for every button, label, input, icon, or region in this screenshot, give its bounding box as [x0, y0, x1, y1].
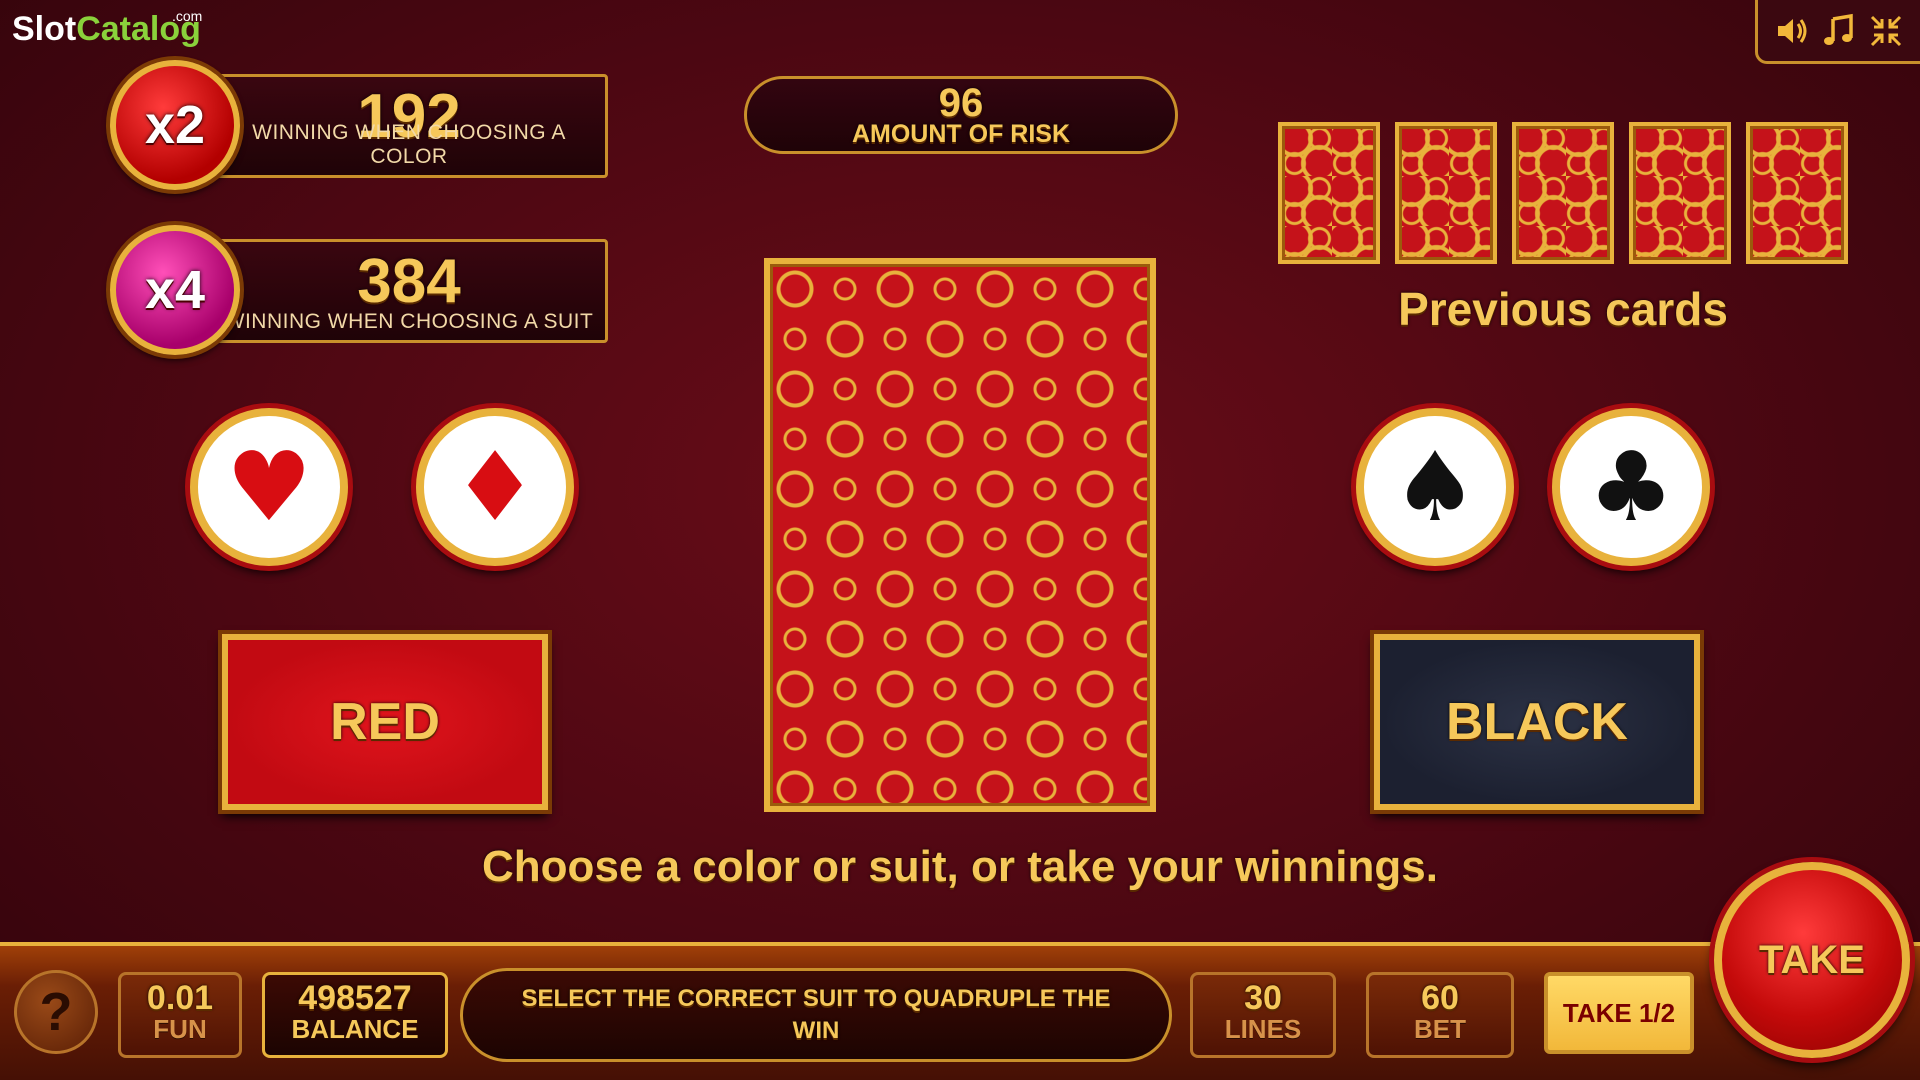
risk-label: AMOUNT OF RISK: [851, 120, 1071, 148]
previous-card-2: [1395, 122, 1497, 264]
status-message: SELECT THE CORRECT SUIT TO QUADRUPLE THE…: [460, 968, 1172, 1062]
lines-label: LINES: [1224, 1014, 1302, 1044]
bet-display[interactable]: 60 BET: [1366, 972, 1514, 1058]
suit-win-value: 384: [357, 247, 461, 316]
speaker-icon[interactable]: [1774, 13, 1810, 49]
club-icon: ♣: [1587, 431, 1675, 543]
balance-label: BALANCE: [291, 1014, 419, 1044]
suit-multiplier-panel: 384 WINNING WHEN CHOOSING A SUIT x4: [110, 225, 610, 355]
lines-display[interactable]: 30 LINES: [1190, 972, 1336, 1058]
bet-value: 60: [1421, 979, 1459, 1017]
previous-card-3: [1512, 122, 1614, 264]
logo-slot-text: Slot: [12, 10, 77, 48]
color-win-box: 192 WINNING WHEN CHOOSING A COLOR: [210, 74, 608, 178]
suit-win-box: 384 WINNING WHEN CHOOSING A SUIT: [210, 239, 608, 343]
balance-value: 498527: [298, 979, 412, 1017]
music-note-icon[interactable]: [1821, 13, 1857, 49]
x4-badge: x4: [110, 225, 240, 355]
help-button[interactable]: ?: [14, 970, 98, 1054]
previous-card-1: [1278, 122, 1380, 264]
color-win-label: WINNING WHEN CHOOSING A COLOR: [252, 121, 566, 168]
diamonds-button[interactable]: ♦: [416, 408, 574, 566]
spade-icon: ♠: [1391, 431, 1479, 543]
risk-amount-panel: 96 AMOUNT OF RISK: [744, 76, 1178, 154]
black-button[interactable]: BLACK: [1374, 634, 1700, 810]
instruction-text: Choose a color or suit, or take your win…: [482, 842, 1438, 891]
coin-value-display[interactable]: 0.01 FUN: [118, 972, 242, 1058]
previous-cards-label: Previous cards: [1398, 283, 1728, 335]
take-half-button[interactable]: TAKE 1/2: [1544, 972, 1694, 1054]
balance-display: 498527 BALANCE: [262, 972, 448, 1058]
heart-icon: ♥: [225, 431, 313, 543]
coin-label: FUN: [153, 1014, 207, 1044]
logo-com-text: .com: [172, 8, 203, 24]
take-button[interactable]: TAKE: [1714, 862, 1910, 1058]
clubs-button[interactable]: ♣: [1552, 408, 1710, 566]
diamond-icon: ♦: [451, 431, 539, 543]
x2-badge: x2: [110, 60, 240, 190]
minimize-icon[interactable]: [1868, 13, 1904, 49]
hearts-button[interactable]: ♥: [190, 408, 348, 566]
previous-card-4: [1629, 122, 1731, 264]
suit-win-label: WINNING WHEN CHOOSING A SUIT: [224, 310, 594, 333]
lines-value: 30: [1244, 979, 1282, 1017]
spades-button[interactable]: ♠: [1356, 408, 1514, 566]
previous-card-5: [1746, 122, 1848, 264]
main-card-back: [764, 258, 1156, 812]
bet-label: BET: [1414, 1014, 1466, 1044]
coin-value: 0.01: [146, 979, 214, 1017]
color-multiplier-panel: 192 WINNING WHEN CHOOSING A COLOR x2: [110, 60, 610, 190]
red-button[interactable]: RED: [222, 634, 548, 810]
slotcatalog-logo: SlotCatalog .com: [12, 8, 203, 49]
top-controls: [1755, 0, 1920, 64]
